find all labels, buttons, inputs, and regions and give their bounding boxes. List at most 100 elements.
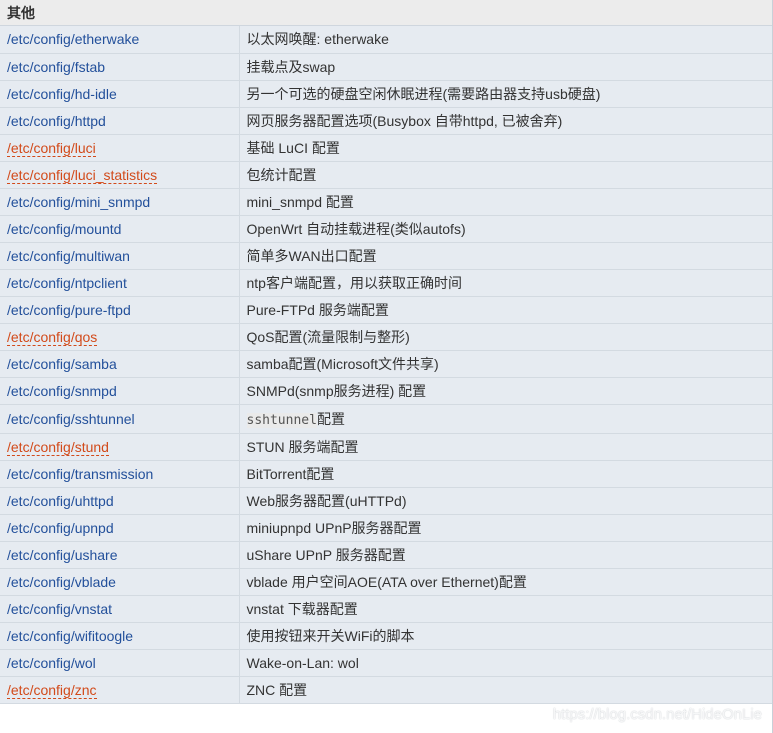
config-path-link[interactable]: /etc/config/luci_statistics bbox=[7, 166, 158, 184]
config-path-link[interactable]: /etc/config/httpd bbox=[7, 113, 106, 129]
config-description-text: Wake-on-Lan: wol bbox=[246, 654, 359, 671]
config-description-cell: samba配置(Microsoft文件共享) bbox=[239, 350, 772, 378]
config-path-link[interactable]: /etc/config/mini_snmpd bbox=[7, 194, 150, 210]
config-path-link[interactable]: /etc/config/multiwan bbox=[7, 248, 130, 264]
config-path-link[interactable]: /etc/config/fstab bbox=[7, 59, 105, 75]
config-path-link[interactable]: /etc/config/upnpd bbox=[7, 520, 114, 536]
config-description-text: 挂载点及swap bbox=[246, 58, 336, 75]
config-description-text: BitTorrent配置 bbox=[246, 465, 335, 482]
config-path-cell: /etc/config/luci_statistics bbox=[0, 161, 240, 189]
config-path-link[interactable]: /etc/config/wifitoogle bbox=[7, 628, 133, 644]
table-row: /etc/config/vblade vblade 用户空间AOE(ATA ove… bbox=[0, 568, 772, 596]
config-description-cell: SNMPd(snmp服务进程) 配置 bbox=[239, 377, 772, 405]
config-path-link[interactable]: /etc/config/vnstat bbox=[7, 601, 112, 617]
config-description-cell: 网页服务器配置选项(Busybox 自带httpd, 已被舍弃) bbox=[239, 107, 772, 135]
config-path-cell: /etc/config/uhttpd bbox=[0, 487, 240, 515]
config-description-text: uShare UPnP 服务器配置 bbox=[246, 546, 406, 563]
config-description-text: vblade 用户空间AOE(ATA over Ethernet)配置 bbox=[246, 573, 527, 590]
config-table-body: /etc/config/etherwake 以太网唤醒: etherwake/et… bbox=[0, 26, 772, 704]
config-path-cell: /etc/config/httpd bbox=[0, 107, 240, 135]
table-row: /etc/config/stund STUN 服务端配置 bbox=[0, 433, 772, 461]
config-path-cell: /etc/config/luci bbox=[0, 134, 240, 162]
config-description-cell: vnstat 下载器配置 bbox=[239, 595, 772, 623]
table-row: /etc/config/pure-ftpd Pure-FTPd 服务端配置 bbox=[0, 296, 772, 324]
config-path-cell: /etc/config/samba bbox=[0, 350, 240, 378]
config-path-cell: /etc/config/ushare bbox=[0, 541, 240, 569]
config-description-cell: 简单多WAN出口配置 bbox=[239, 242, 772, 270]
config-description-cell: 另一个可选的硬盘空闲休眠进程(需要路由器支持usb硬盘) bbox=[239, 80, 772, 108]
config-description-text: miniupnpd UPnP服务器配置 bbox=[246, 519, 422, 536]
config-path-link[interactable]: /etc/config/transmission bbox=[7, 466, 153, 482]
config-description-cell: Wake-on-Lan: wol bbox=[239, 649, 772, 677]
config-path-cell: /etc/config/hd-idle bbox=[0, 80, 240, 108]
config-path-link[interactable]: /etc/config/snmpd bbox=[7, 383, 117, 399]
config-description-text: ZNC 配置 bbox=[246, 681, 308, 698]
config-path-link[interactable]: /etc/config/sshtunnel bbox=[7, 411, 135, 427]
config-description-cell: ntp客户端配置，用以获取正确时间 bbox=[239, 269, 772, 297]
config-description-cell: Pure-FTPd 服务端配置 bbox=[239, 296, 772, 324]
config-description-text: 配置 bbox=[316, 410, 345, 427]
table-row: /etc/config/fstab 挂载点及swap bbox=[0, 53, 772, 81]
config-path-link[interactable]: /etc/config/ushare bbox=[7, 547, 118, 563]
config-description-cell: OpenWrt 自动挂载进程(类似autofs) bbox=[239, 215, 772, 243]
watermark: https://blog.csdn.net/HideOnLie bbox=[552, 706, 762, 723]
config-path-link[interactable]: /etc/config/uhttpd bbox=[7, 493, 114, 509]
table-row: /etc/config/ntpclient ntp客户端配置，用以获取正确时间 bbox=[0, 269, 772, 297]
config-description-text: SNMPd(snmp服务进程) 配置 bbox=[246, 382, 427, 399]
config-path-cell: /etc/config/sshtunnel bbox=[0, 404, 240, 434]
config-path-link[interactable]: /etc/config/znc bbox=[7, 681, 97, 699]
config-path-cell: /etc/config/qos bbox=[0, 323, 240, 351]
config-description-text: 包统计配置 bbox=[246, 166, 317, 183]
table-row: /etc/config/etherwake 以太网唤醒: etherwake bbox=[0, 26, 772, 54]
config-path-link[interactable]: /etc/config/vblade bbox=[7, 574, 116, 590]
table-row: /etc/config/mountd OpenWrt 自动挂载进程(类似autof… bbox=[0, 215, 772, 243]
config-description-text: 使用按钮来开关WiFi的脚本 bbox=[246, 627, 415, 644]
config-path-cell: /etc/config/fstab bbox=[0, 53, 240, 81]
config-path-link[interactable]: /etc/config/samba bbox=[7, 356, 117, 372]
config-description-text: 网页服务器配置选项(Busybox 自带httpd, 已被舍弃) bbox=[246, 112, 563, 129]
table-row: /etc/config/httpd 网页服务器配置选项(Busybox 自带htt… bbox=[0, 107, 772, 135]
config-description-cell: uShare UPnP 服务器配置 bbox=[239, 541, 772, 569]
config-description-text: 以太网唤醒: etherwake bbox=[246, 31, 389, 48]
config-description-cell: 挂载点及swap bbox=[239, 53, 772, 81]
config-path-link[interactable]: /etc/config/etherwake bbox=[7, 31, 139, 47]
config-description-text: OpenWrt 自动挂载进程(类似autofs) bbox=[246, 220, 466, 237]
table-row: /etc/config/hd-idle 另一个可选的硬盘空闲休眠进程(需要路由器支… bbox=[0, 80, 772, 108]
config-description-cell: 包统计配置 bbox=[239, 161, 772, 189]
config-path-cell: /etc/config/wol bbox=[0, 649, 240, 677]
config-path-link[interactable]: /etc/config/qos bbox=[7, 328, 98, 346]
config-path-cell: /etc/config/znc bbox=[0, 676, 240, 704]
config-path-link[interactable]: /etc/config/ntpclient bbox=[7, 275, 127, 291]
config-description-cell: ZNC 配置 bbox=[239, 676, 772, 704]
config-path-link[interactable]: /etc/config/hd-idle bbox=[7, 86, 117, 102]
table-row: /etc/config/wifitoogle 使用按钮来开关WiFi的脚本 bbox=[0, 622, 772, 650]
config-path-link[interactable]: /etc/config/luci bbox=[7, 139, 96, 157]
config-path-cell: /etc/config/upnpd bbox=[0, 514, 240, 542]
config-description-cell: Web服务器配置(uHTTPd) bbox=[239, 487, 772, 515]
section-title: 其他 bbox=[0, 0, 772, 26]
table-row: /etc/config/uhttpd Web服务器配置(uHTTPd) bbox=[0, 487, 772, 515]
config-path-cell: /etc/config/transmission bbox=[0, 460, 240, 488]
table-row: /etc/config/ushare uShare UPnP 服务器配置 bbox=[0, 541, 772, 569]
config-path-cell: /etc/config/mountd bbox=[0, 215, 240, 243]
config-description-text: samba配置(Microsoft文件共享) bbox=[246, 355, 439, 372]
config-description-text: QoS配置(流量限制与整形) bbox=[246, 328, 410, 345]
config-path-cell: /etc/config/etherwake bbox=[0, 26, 240, 54]
config-description-cell: STUN 服务端配置 bbox=[239, 433, 772, 461]
config-path-link[interactable]: /etc/config/pure-ftpd bbox=[7, 302, 131, 318]
config-path-link[interactable]: /etc/config/mountd bbox=[7, 221, 121, 237]
config-path-cell: /etc/config/pure-ftpd bbox=[0, 296, 240, 324]
table-row: /etc/config/samba samba配置(Microsoft文件共享) bbox=[0, 350, 772, 378]
config-path-cell: /etc/config/vblade bbox=[0, 568, 240, 596]
config-path-cell: /etc/config/multiwan bbox=[0, 242, 240, 270]
config-description-cell: mini_snmpd 配置 bbox=[239, 188, 772, 216]
config-description-text: 另一个可选的硬盘空闲休眠进程(需要路由器支持usb硬盘) bbox=[246, 85, 601, 102]
config-description-text: Web服务器配置(uHTTPd) bbox=[246, 492, 407, 509]
config-description-cell: BitTorrent配置 bbox=[239, 460, 772, 488]
config-description-cell: QoS配置(流量限制与整形) bbox=[239, 323, 772, 351]
config-description-cell: 以太网唤醒: etherwake bbox=[239, 26, 772, 54]
config-path-link[interactable]: /etc/config/wol bbox=[7, 655, 96, 671]
table-row: /etc/config/transmission BitTorrent配置 bbox=[0, 460, 772, 488]
config-path-link[interactable]: /etc/config/stund bbox=[7, 438, 109, 456]
table-row: /etc/config/multiwan 简单多WAN出口配置 bbox=[0, 242, 772, 270]
